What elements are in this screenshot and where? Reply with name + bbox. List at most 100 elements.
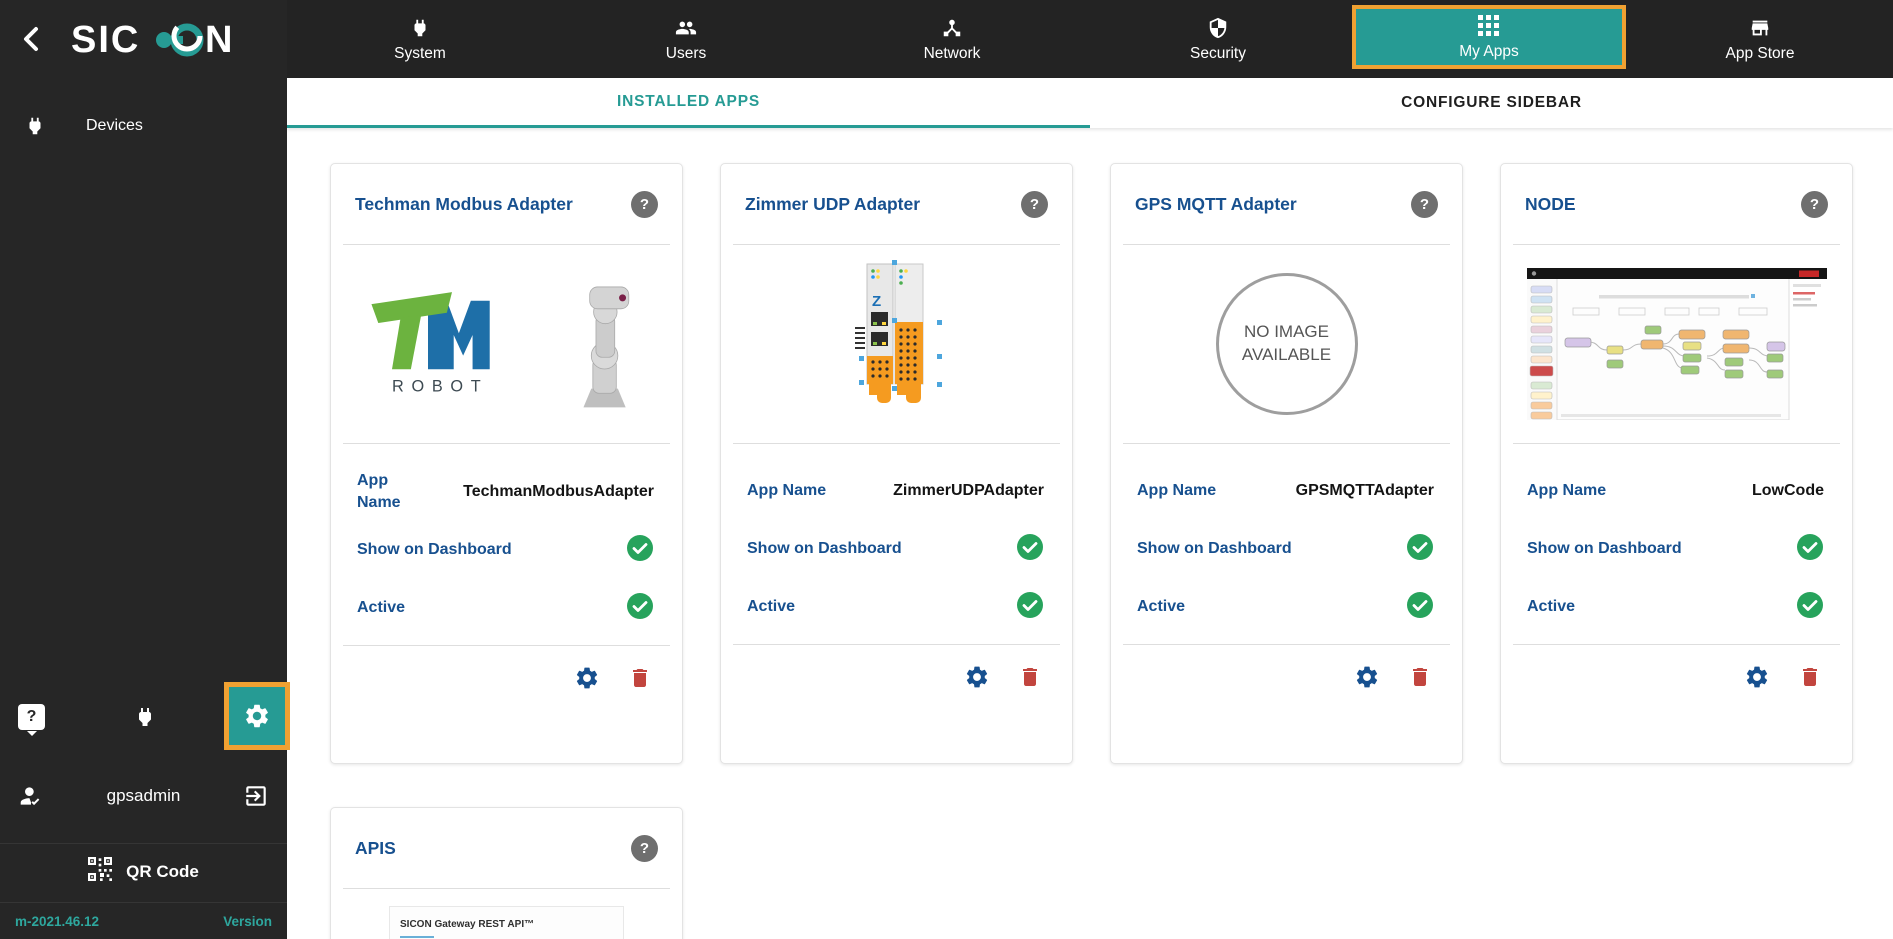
configure-gear-icon[interactable] (1354, 664, 1380, 690)
check-circle-icon[interactable] (626, 534, 654, 567)
zimmer-app-image: Z (721, 245, 1072, 443)
tm-robot-caption: ROBOT (392, 378, 488, 396)
nav-item-app-store[interactable]: App Store (1627, 0, 1893, 78)
check-circle-icon[interactable] (1796, 533, 1824, 566)
version-row: m-2021.46.12 Version (0, 902, 287, 939)
logo-text-n: N (205, 19, 231, 61)
app-name-label: App Name (1137, 482, 1217, 500)
card-actions (1111, 645, 1462, 709)
show-on-dashboard-label: Show on Dashboard (1137, 540, 1292, 558)
active-label: Active (357, 599, 406, 617)
delete-trash-icon[interactable] (1018, 665, 1042, 689)
storefront-icon (1751, 20, 1769, 36)
app-name-value: LowCode (1752, 482, 1824, 499)
rest-api-doc-thumbnail: SICON Gateway REST API™ (389, 906, 624, 939)
card-actions (1501, 645, 1852, 709)
plug-icon (414, 19, 426, 37)
robot-arm-image (582, 286, 629, 408)
nav-label: Users (665, 45, 707, 62)
active-row: Active (747, 586, 1044, 628)
help-icon[interactable]: ? (1411, 190, 1438, 218)
show-on-dashboard-row: Show on Dashboard (1527, 528, 1824, 570)
installed-apps-panel: Techman Modbus Adapter ? ROBOT App Name … (287, 128, 1893, 939)
check-circle-icon[interactable] (626, 592, 654, 625)
check-circle-icon[interactable] (1406, 591, 1434, 624)
app-card-node: NODE ? App Name LowCode Show on Dashboar… (1500, 163, 1853, 764)
active-row: Active (1527, 586, 1824, 628)
nav-item-my-apps[interactable]: My Apps (1352, 5, 1626, 69)
show-on-dashboard-label: Show on Dashboard (1527, 540, 1682, 558)
person-check-icon (18, 783, 44, 809)
sidebar-header: SIC N (0, 0, 287, 78)
zimmer-z-letter: Z (872, 293, 881, 310)
active-label: Active (747, 598, 796, 616)
check-circle-icon[interactable] (1796, 591, 1824, 624)
check-circle-icon[interactable] (1016, 591, 1044, 624)
app-name-label: App Name (1527, 482, 1607, 500)
rest-api-doc-title: SICON Gateway REST API™ (400, 919, 535, 930)
card-actions (721, 645, 1072, 709)
show-on-dashboard-row: Show on Dashboard (747, 528, 1044, 570)
configure-gear-icon[interactable] (964, 664, 990, 690)
app-name-label: App Name (747, 482, 827, 500)
help-icon[interactable]: ? (631, 834, 658, 862)
app-name-row: App Name ZimmerUDPAdapter (747, 470, 1044, 512)
back-chevron-icon[interactable] (14, 22, 48, 56)
sidebar-utility-row: ? (0, 682, 290, 750)
card-title: GPS MQTT Adapter (1135, 193, 1297, 214)
version-label: Version (223, 913, 272, 929)
help-bubble-icon[interactable]: ? (18, 704, 45, 736)
delete-trash-icon[interactable] (1798, 665, 1822, 689)
qr-code-row[interactable]: QR Code (0, 843, 287, 899)
users-icon (675, 21, 697, 35)
device-plug-icon[interactable] (133, 705, 157, 729)
app-name-row: App Name GPSMQTTAdapter (1137, 470, 1434, 512)
show-on-dashboard-label: Show on Dashboard (357, 541, 512, 559)
configure-gear-icon[interactable] (1744, 664, 1770, 690)
help-icon[interactable]: ? (1021, 190, 1048, 218)
version-value: m-2021.46.12 (15, 913, 100, 929)
nav-label: Network (923, 45, 981, 62)
delete-trash-icon[interactable] (628, 666, 652, 690)
check-circle-icon[interactable] (1406, 533, 1434, 566)
gear-icon (246, 704, 268, 728)
help-icon[interactable]: ? (1801, 190, 1828, 218)
gps-app-image: NO IMAGE AVAILABLE (1111, 245, 1462, 443)
sicon-logo: SIC N (48, 16, 253, 62)
help-icon[interactable]: ? (631, 190, 658, 218)
tab-configure-sidebar[interactable]: CONFIGURE SIDEBAR (1090, 78, 1893, 128)
sidebar: SIC N Devices ? gpsadmin QR Code m-2021.… (0, 0, 290, 939)
app-name-value: ZimmerUDPAdapter (893, 482, 1044, 499)
active-label: Active (1527, 598, 1576, 616)
rest-api-doc-link-line (400, 936, 434, 938)
settings-gear-button[interactable] (224, 682, 290, 750)
nav-item-users[interactable]: Users (553, 0, 819, 78)
app-name-label: App Name (357, 472, 401, 511)
app-card-techman: Techman Modbus Adapter ? ROBOT App Name … (330, 163, 683, 764)
username: gpsadmin (106, 786, 181, 805)
show-on-dashboard-row: Show on Dashboard (1137, 528, 1434, 570)
nav-item-security[interactable]: Security (1085, 0, 1351, 78)
nav-item-network[interactable]: Network (819, 0, 1085, 78)
app-cards-row: Techman Modbus Adapter ? ROBOT App Name … (330, 163, 1893, 764)
tab-installed-apps[interactable]: INSTALLED APPS (287, 78, 1090, 128)
tab-bar: INSTALLED APPS CONFIGURE SIDEBAR (287, 78, 1893, 128)
app-card-apis: APIS ? SICON Gateway REST API™ (330, 807, 683, 939)
node-red-app-image (1501, 245, 1852, 443)
plug-icon (24, 115, 48, 137)
app-name-row: App Name LowCode (1527, 470, 1824, 512)
nav-item-system[interactable]: System (287, 0, 553, 78)
configure-gear-icon[interactable] (574, 665, 600, 691)
logout-icon[interactable] (243, 783, 269, 809)
sidebar-item-devices[interactable]: Devices (0, 100, 287, 152)
user-row: gpsadmin (0, 768, 287, 824)
network-hub-icon (943, 19, 961, 37)
app-name-value: GPSMQTTAdapter (1295, 482, 1434, 499)
no-image-placeholder: NO IMAGE AVAILABLE (1215, 273, 1358, 415)
card-title: NODE (1525, 193, 1576, 214)
card-title: Techman Modbus Adapter (355, 193, 573, 214)
check-circle-icon[interactable] (1016, 533, 1044, 566)
techman-app-image: ROBOT (331, 245, 682, 443)
delete-trash-icon[interactable] (1408, 665, 1432, 689)
card-actions (331, 646, 682, 710)
